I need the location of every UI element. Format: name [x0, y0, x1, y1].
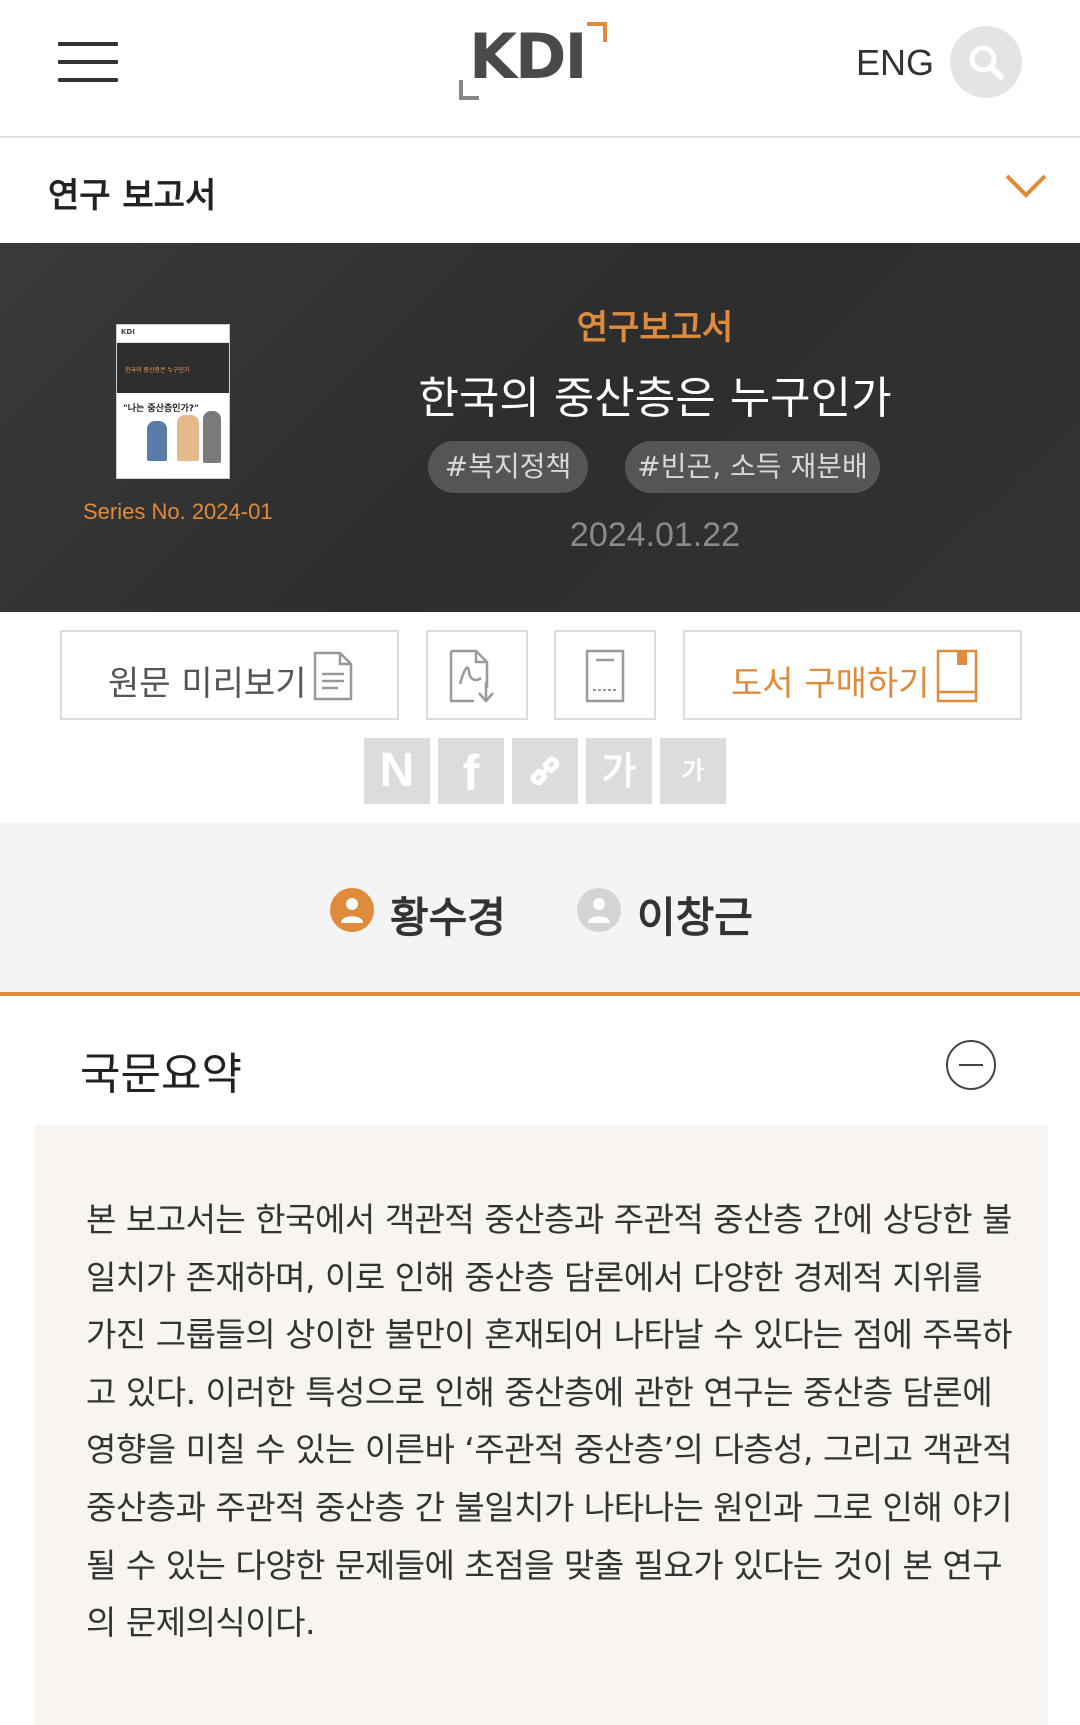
- hamburger-menu-icon[interactable]: [58, 40, 118, 84]
- author-name: 황수경: [390, 893, 506, 942]
- pdf-download-button[interactable]: [426, 630, 528, 720]
- share-naver-button[interactable]: N: [364, 738, 430, 804]
- author-avatar-icon: [577, 888, 621, 932]
- top-header: KDI ENG: [0, 0, 1080, 138]
- report-category: 연구보고서: [576, 308, 734, 348]
- buy-book-button[interactable]: 도서 구매하기: [683, 630, 1022, 720]
- collapse-minus-icon[interactable]: [946, 1040, 996, 1090]
- authors-section: 황수경 이창근: [0, 823, 1080, 996]
- publish-date: 2024.01.22: [569, 516, 741, 554]
- book-icon: [936, 649, 978, 703]
- summary-box: 본 보고서는 한국에서 객관적 중산층과 주관적 중산층 간에 상당한 불일치가…: [34, 1125, 1048, 1725]
- pdf-download-icon: [449, 649, 494, 703]
- search-button[interactable]: [950, 26, 1022, 98]
- author-lee[interactable]: 이창근: [577, 886, 757, 942]
- copy-link-button[interactable]: [512, 738, 578, 804]
- logo-text: KDI: [469, 20, 588, 93]
- ebook-icon: [585, 649, 625, 703]
- font-decrease-button[interactable]: 가: [660, 738, 726, 804]
- author-hwang[interactable]: 황수경: [330, 886, 510, 942]
- report-title: 한국의 중산층은 누구인가: [418, 373, 892, 424]
- link-icon: [530, 756, 560, 786]
- category-bar[interactable]: 연구 보고서: [0, 138, 1080, 243]
- summary-title: 국문요약: [80, 1049, 242, 1100]
- share-facebook-button[interactable]: f: [438, 738, 504, 804]
- summary-text: 본 보고서는 한국에서 객관적 중산층과 주관적 중산층 간에 상당한 불일치가…: [86, 1200, 1013, 1643]
- language-toggle[interactable]: ENG: [856, 42, 934, 84]
- author-name: 이창근: [637, 893, 753, 942]
- document-icon: [313, 651, 353, 701]
- buy-label: 도서 구매하기: [731, 664, 930, 704]
- summary-header: 국문요약: [0, 1000, 1080, 1125]
- preview-label: 원문 미리보기: [108, 664, 307, 704]
- tag-welfare-policy[interactable]: #복지정책: [428, 441, 588, 493]
- font-increase-button[interactable]: 가: [586, 738, 652, 804]
- search-icon: [969, 45, 1004, 80]
- author-avatar-icon: [330, 888, 374, 932]
- kdi-logo[interactable]: KDI: [455, 18, 625, 104]
- category-title: 연구 보고서: [48, 176, 217, 216]
- preview-original-button[interactable]: 원문 미리보기: [60, 630, 399, 720]
- chevron-down-icon[interactable]: [1004, 172, 1048, 200]
- tag-poverty-income[interactable]: #빈곤, 소득 재분배: [625, 441, 880, 493]
- ebook-button[interactable]: [554, 630, 656, 720]
